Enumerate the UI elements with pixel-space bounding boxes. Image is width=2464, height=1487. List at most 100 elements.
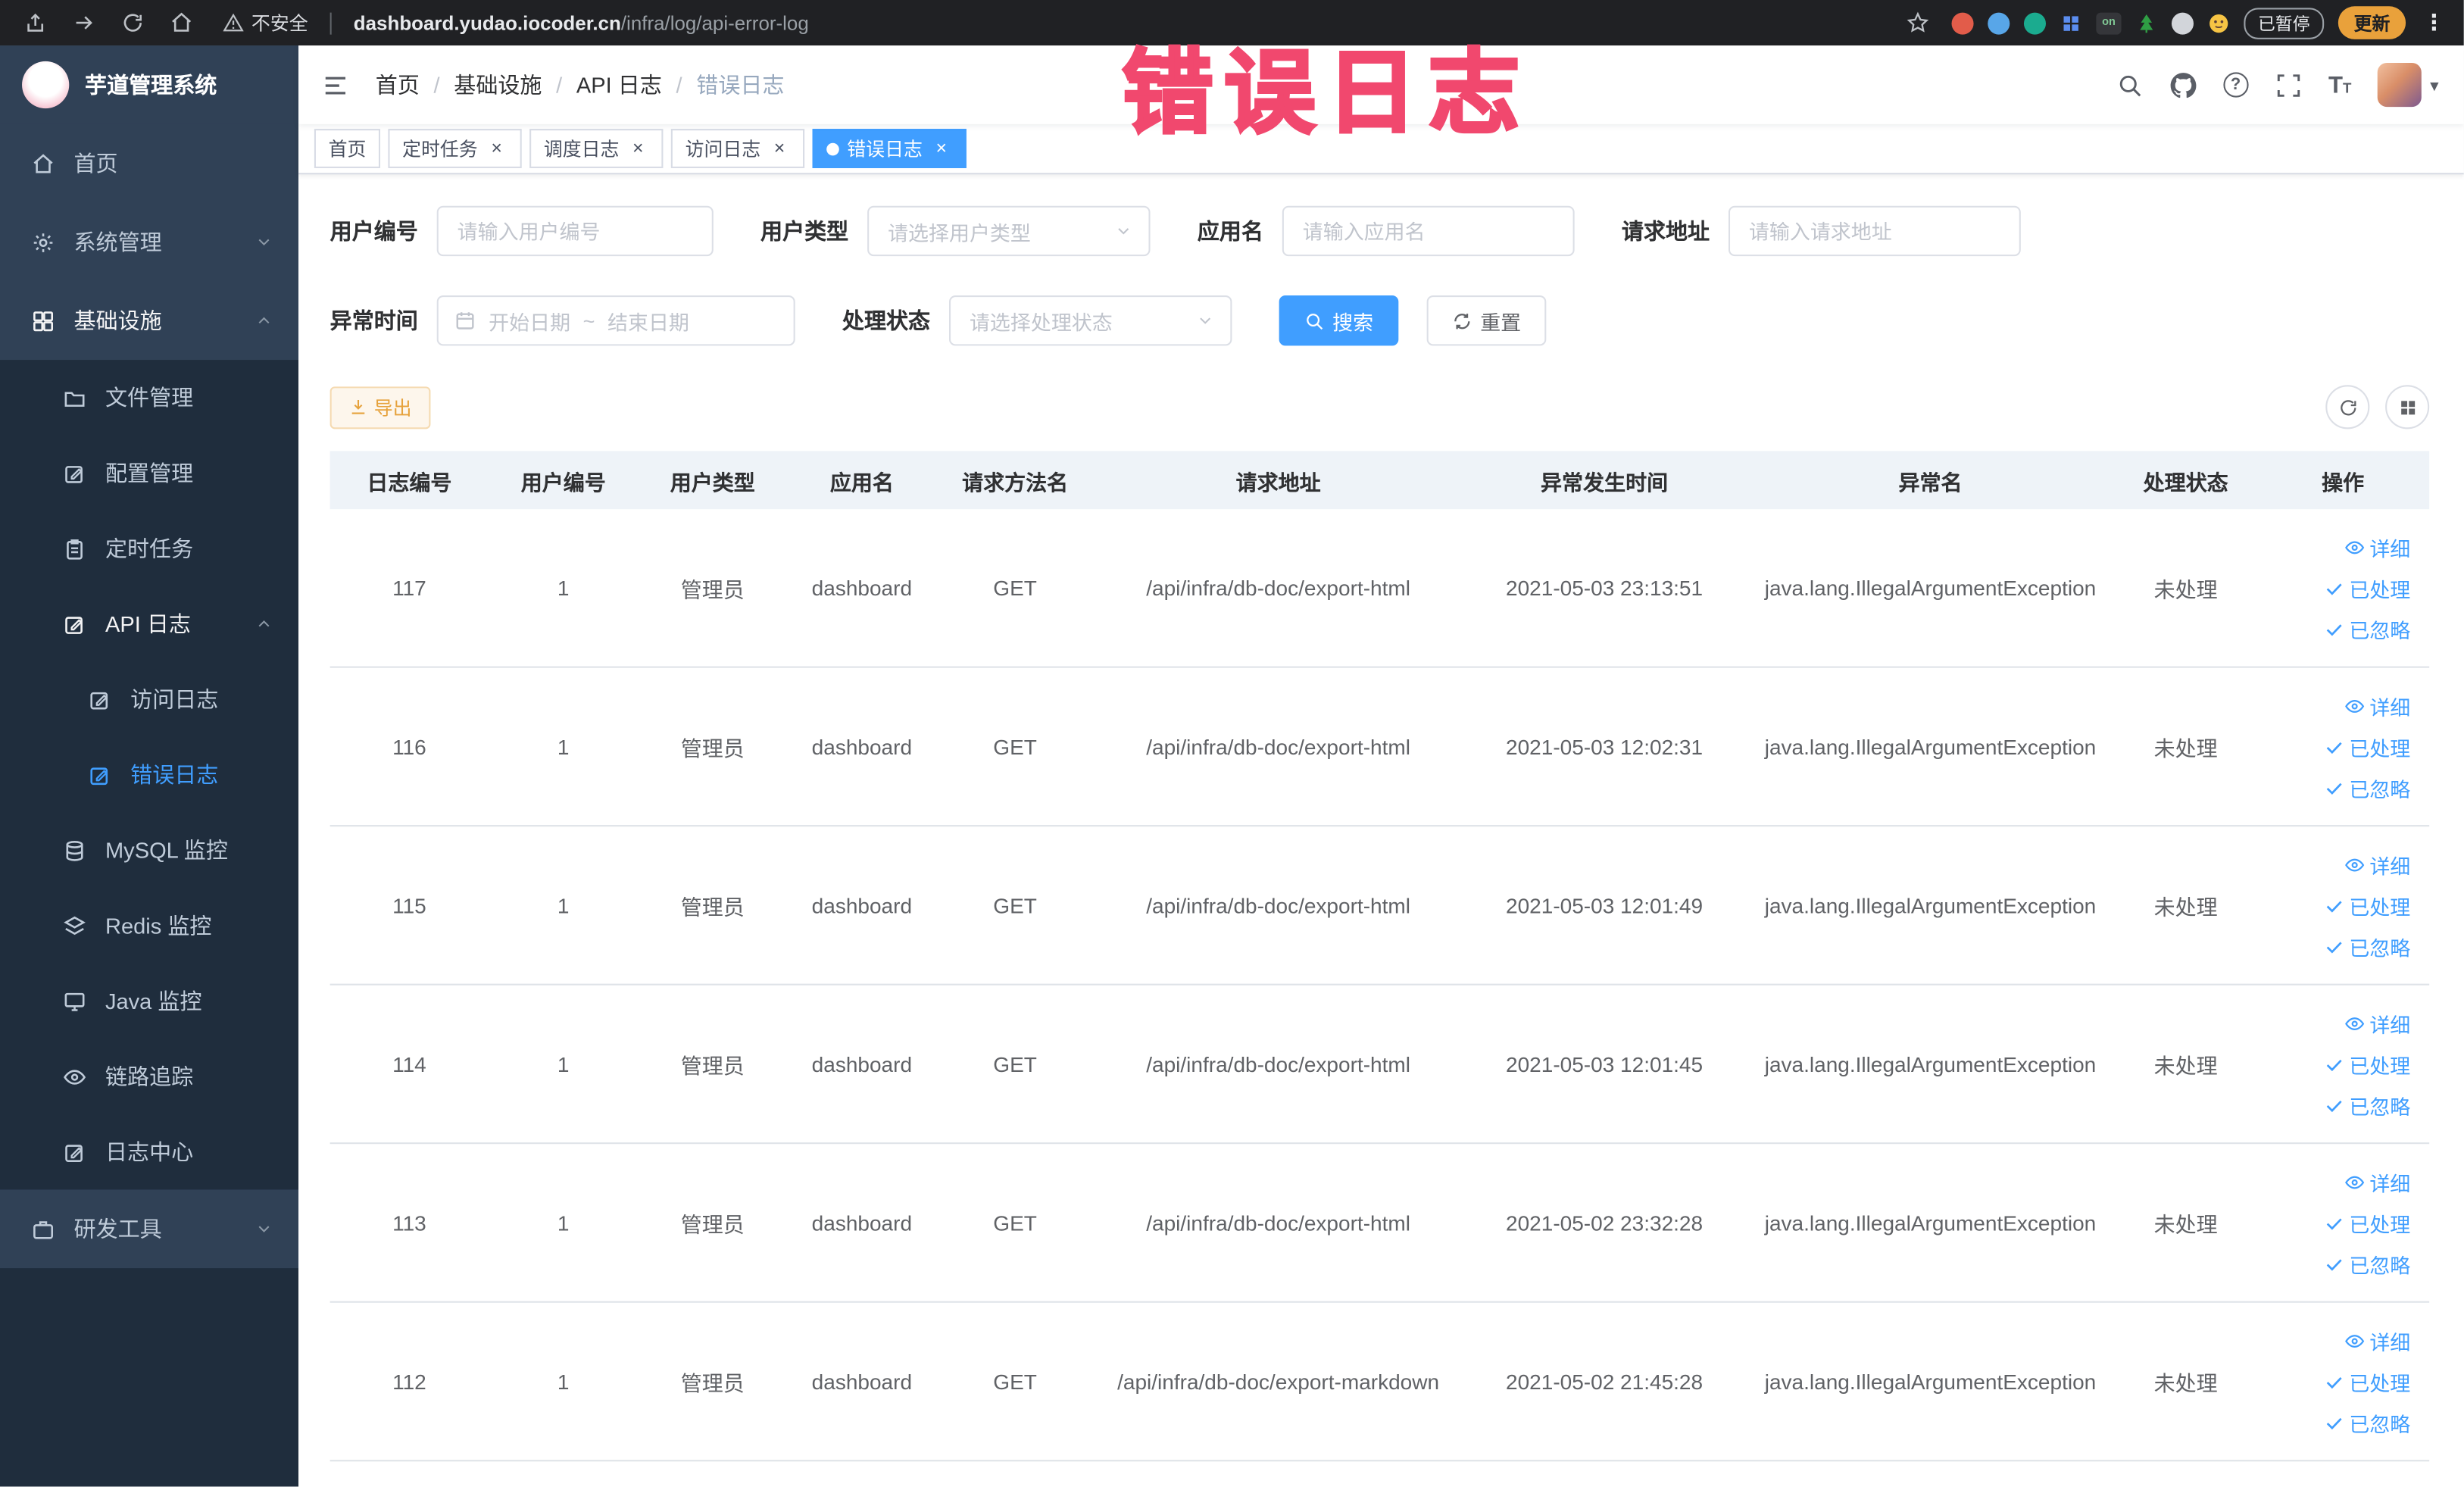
github-icon[interactable] — [2169, 71, 2196, 98]
breadcrumb-item[interactable]: API 日志 — [576, 69, 662, 100]
action-ignored[interactable]: 已忽略 — [2324, 614, 2410, 643]
action-processed[interactable]: 已处理 — [2324, 890, 2410, 920]
action-ignored[interactable]: 已忽略 — [2324, 931, 2410, 961]
sidebar-item-label: 基础设施 — [73, 308, 162, 333]
sidebar-item-label: MySQL 监控 — [105, 837, 228, 863]
sidebar-item-system-management[interactable]: 系统管理 — [0, 203, 298, 282]
action-detail[interactable]: 详细 — [2344, 691, 2410, 720]
action-processed[interactable]: 已处理 — [2324, 1367, 2410, 1396]
breadcrumb-item[interactable]: 首页 — [376, 69, 420, 100]
sidebar-item-home[interactable]: 首页 — [0, 124, 298, 203]
column-settings-button[interactable] — [2385, 385, 2430, 430]
fullscreen-icon[interactable] — [2275, 71, 2301, 98]
check-icon — [2324, 1412, 2344, 1432]
cell-exception-time: 2021-05-03 12:01:49 — [1506, 893, 1704, 917]
extension-icon[interactable] — [1988, 11, 2010, 34]
action-detail[interactable]: 详细 — [2344, 1008, 2410, 1038]
table-row: 116 1 管理员 dashboard GET /api/infra/db-do… — [329, 668, 2430, 827]
cell-request-url: /api/infra/db-doc/export-html — [1146, 1211, 1410, 1235]
security-indicator[interactable]: 不安全 — [223, 9, 308, 36]
app-name-input[interactable] — [1282, 205, 1575, 257]
help-icon[interactable]: ? — [2222, 72, 2249, 98]
browser-menu-icon[interactable]: ⋮ — [2420, 9, 2448, 36]
tab-access-log[interactable]: 访问日志 × — [670, 129, 805, 168]
extension-icon[interactable] — [2060, 12, 2082, 34]
extension-icon-on[interactable]: on — [2096, 11, 2122, 34]
action-ignored[interactable]: 已忽略 — [2324, 773, 2410, 802]
hamburger-icon[interactable] — [320, 70, 350, 99]
close-icon[interactable]: × — [769, 136, 791, 160]
sidebar-item-redis-monitor[interactable]: Redis 监控 — [0, 888, 298, 964]
sidebar-item-infrastructure[interactable]: 基础设施 — [0, 281, 298, 360]
search-button[interactable]: 搜索 — [1279, 295, 1399, 346]
close-icon[interactable]: × — [486, 136, 507, 160]
request-url-input[interactable] — [1728, 205, 2021, 257]
user-type-select[interactable]: 请选择用户类型 — [867, 205, 1151, 257]
reload-icon[interactable] — [121, 11, 145, 35]
action-detail[interactable]: 详细 — [2344, 1167, 2410, 1196]
layers-icon — [63, 914, 86, 937]
breadcrumb-item[interactable]: 基础设施 — [454, 69, 542, 100]
navbar-actions: ? T T ▾ — [2116, 62, 2439, 108]
extension-icon[interactable] — [2135, 12, 2157, 34]
breadcrumb-separator — [556, 72, 562, 97]
reset-button-label: 重置 — [1480, 310, 1522, 334]
emoji-extension-icon[interactable] — [2208, 12, 2230, 34]
table-row: 114 1 管理员 dashboard GET /api/infra/db-do… — [329, 986, 2430, 1145]
search-icon[interactable] — [2116, 71, 2143, 98]
action-processed[interactable]: 已处理 — [2324, 1207, 2410, 1237]
app-name-label: 应用名 — [1197, 218, 1263, 244]
action-detail[interactable]: 详细 — [2344, 532, 2410, 561]
action-processed[interactable]: 已处理 — [2324, 1049, 2410, 1079]
action-ignored[interactable]: 已忽略 — [2324, 1407, 2410, 1437]
sidebar-item-access-log[interactable]: 访问日志 — [0, 661, 298, 737]
font-size-icon[interactable]: T T — [2328, 73, 2351, 96]
action-processed[interactable]: 已处理 — [2324, 573, 2410, 602]
sidebar-item-log-center[interactable]: 日志中心 — [0, 1114, 298, 1190]
close-icon[interactable]: × — [930, 136, 952, 160]
caret-down-icon: ▾ — [2430, 76, 2439, 95]
extension-icon[interactable] — [2171, 11, 2194, 34]
reset-button[interactable]: 重置 — [1426, 295, 1547, 346]
tab-schedule-log[interactable]: 调度日志 × — [529, 129, 664, 168]
action-ignored[interactable]: 已忽略 — [2324, 1248, 2410, 1278]
tab-home[interactable]: 首页 — [314, 129, 381, 168]
tab-scheduled-tasks[interactable]: 定时任务 × — [388, 129, 522, 168]
action-label: 已处理 — [2349, 895, 2411, 919]
sidebar-item-scheduled-tasks[interactable]: 定时任务 — [0, 511, 298, 586]
cell-user-type: 管理员 — [680, 1054, 745, 1079]
sidebar-item-config-management[interactable]: 配置管理 — [0, 436, 298, 511]
share-icon[interactable] — [23, 11, 47, 35]
process-status-select[interactable]: 请选择处理状态 — [948, 295, 1232, 346]
action-detail[interactable]: 详细 — [2344, 849, 2410, 879]
exception-time-range-picker[interactable]: 开始日期 ~ 结束日期 — [436, 295, 795, 346]
paused-badge[interactable]: 已暂停 — [2244, 7, 2325, 39]
column-header: 应用名 — [829, 470, 894, 495]
column-header: 请求地址 — [1235, 470, 1321, 495]
export-button[interactable]: 导出 — [329, 386, 431, 429]
tab-error-log[interactable]: 错误日志 × — [812, 129, 967, 168]
refresh-table-button[interactable] — [2325, 385, 2370, 430]
url-bar[interactable]: dashboard.yudao.iocoder.cn/infra/log/api… — [354, 12, 809, 34]
action-ignored[interactable]: 已忽略 — [2324, 1090, 2410, 1120]
action-processed[interactable]: 已处理 — [2324, 732, 2410, 761]
sidebar-item-file-management[interactable]: 文件管理 — [0, 360, 298, 436]
action-detail[interactable]: 详细 — [2344, 1326, 2410, 1355]
close-icon[interactable]: × — [627, 136, 649, 160]
cell-app-name: dashboard — [811, 1369, 913, 1394]
sidebar-item-api-log[interactable]: API 日志 — [0, 586, 298, 662]
sidebar-item-link-tracing[interactable]: 链路追踪 — [0, 1039, 298, 1114]
update-button[interactable]: 更新 — [2338, 6, 2406, 39]
forward-icon[interactable] — [72, 11, 95, 35]
sidebar-item-java-monitor[interactable]: Java 监控 — [0, 964, 298, 1039]
user-menu[interactable]: ▾ — [2378, 62, 2439, 108]
sidebar-item-mysql-monitor[interactable]: MySQL 监控 — [0, 813, 298, 889]
home-icon[interactable] — [170, 11, 193, 35]
cell-log-id: 116 — [392, 734, 426, 758]
user-id-input[interactable] — [436, 205, 714, 257]
sidebar-item-error-log[interactable]: 错误日志 — [0, 737, 298, 813]
sidebar-item-dev-tools[interactable]: 研发工具 — [0, 1189, 298, 1268]
extension-icon[interactable] — [1951, 11, 1974, 34]
bookmark-star-icon[interactable] — [1906, 11, 1929, 35]
extension-icon[interactable] — [2023, 11, 2046, 34]
